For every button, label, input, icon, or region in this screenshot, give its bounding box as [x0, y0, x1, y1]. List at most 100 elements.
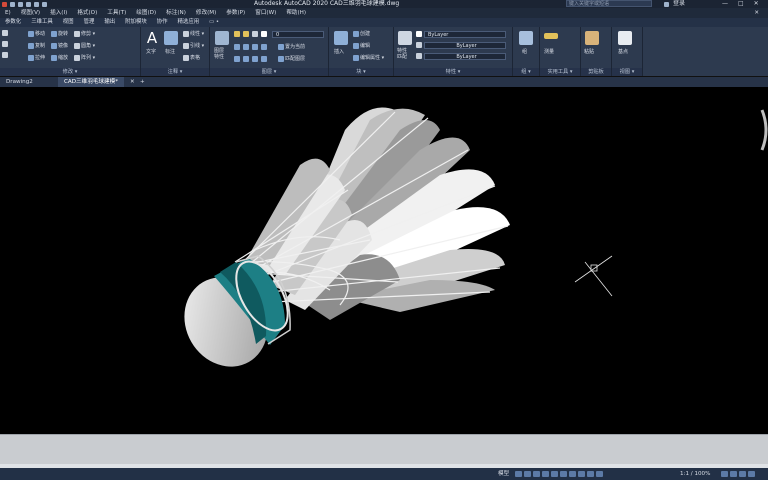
snap-icon[interactable] — [524, 471, 531, 477]
lightbulb-icon[interactable] — [234, 31, 240, 37]
group-icon[interactable] — [519, 31, 533, 45]
base-point-icon[interactable] — [618, 31, 632, 45]
stretch-button[interactable]: 拉伸 — [28, 54, 45, 61]
insert-block-icon[interactable] — [334, 31, 348, 45]
polar-icon[interactable] — [551, 471, 558, 477]
lock-icon[interactable] — [252, 31, 258, 37]
paste-icon[interactable] — [585, 31, 599, 45]
layer-tool-icon[interactable] — [243, 55, 249, 62]
osnap-icon[interactable] — [560, 471, 567, 477]
scale-button[interactable]: 缩放 — [51, 54, 68, 61]
menu-close-icon[interactable]: ✕ — [749, 8, 764, 18]
search-input[interactable]: 键入关键字或短语 — [566, 0, 652, 7]
undo-icon[interactable] — [34, 1, 39, 7]
match-properties-icon[interactable] — [398, 31, 412, 45]
utilities-panel-title[interactable]: 实用工具 ▾ — [540, 68, 580, 76]
save-icon[interactable] — [26, 1, 31, 7]
sun-icon[interactable] — [243, 31, 249, 37]
tab-featured-apps[interactable]: 精选应用 — [173, 18, 205, 27]
layer-tool-icon[interactable] — [261, 43, 267, 50]
close-button[interactable]: ✕ — [754, 0, 759, 8]
tab-addins[interactable]: 附加模块 — [120, 18, 152, 27]
menu-item-tools[interactable]: 工具(T) — [102, 8, 131, 18]
layers-panel-title[interactable]: 图层 ▾ — [210, 68, 328, 76]
tab-output[interactable]: 输出 — [99, 18, 120, 27]
viewcube-ring[interactable] — [760, 109, 768, 151]
view-panel-title[interactable]: 视图 ▾ — [612, 68, 642, 76]
layer-properties-icon[interactable] — [215, 31, 229, 45]
leader-button[interactable]: 引线 ▾ — [183, 42, 204, 49]
workspace-icon[interactable] — [721, 471, 728, 477]
layer-tool-icon[interactable] — [252, 55, 258, 62]
properties-panel-title[interactable]: 特性 ▾ — [394, 68, 512, 76]
menu-item-help[interactable]: 帮助(H) — [281, 8, 311, 18]
model-space-button[interactable]: 模型 — [498, 468, 509, 480]
login-label[interactable]: 登录 — [673, 0, 685, 8]
redo-icon[interactable] — [42, 1, 47, 7]
drawing-viewport[interactable] — [0, 87, 768, 434]
menu-item-dimension[interactable]: 标注(N) — [161, 8, 191, 18]
menu-item-view[interactable]: 视图(V) — [16, 8, 45, 18]
match-layer-button[interactable]: 匹配图层 — [278, 55, 305, 62]
circle-icon[interactable] — [2, 41, 8, 47]
otrack-icon[interactable] — [569, 471, 576, 477]
annotation-panel-title[interactable]: 注释 ▾ — [141, 68, 209, 76]
layer-tool-icon[interactable] — [234, 55, 240, 62]
mirror-button[interactable]: 镜像 — [51, 42, 68, 49]
set-current-button[interactable]: 置为当前 — [278, 43, 305, 50]
new-tab-button[interactable]: + — [134, 77, 151, 87]
measure-icon[interactable] — [544, 33, 558, 39]
isolate-icon[interactable] — [730, 471, 737, 477]
line-icon[interactable] — [2, 30, 8, 36]
copy-button[interactable]: 复制 — [28, 42, 45, 49]
fillet-button[interactable]: 圆角 ▾ — [74, 42, 95, 49]
tab-manage[interactable]: 管理 — [79, 18, 100, 27]
user-area[interactable]: 登录 — [664, 0, 685, 8]
menu-item[interactable]: E) — [0, 8, 16, 18]
clipboard-panel-title[interactable]: 剪贴板 — [581, 68, 611, 76]
trim-button[interactable]: 修剪 ▾ — [74, 30, 95, 37]
array-button[interactable]: 阵列 ▾ — [74, 54, 95, 61]
grid-icon[interactable] — [515, 471, 522, 477]
groups-panel-title[interactable]: 组 ▾ — [513, 68, 539, 76]
customize-icon[interactable] — [748, 471, 755, 477]
arc-icon[interactable] — [2, 52, 8, 58]
rotate-button[interactable]: 旋转 — [51, 30, 68, 37]
table-button[interactable]: 表格 — [183, 54, 200, 61]
tab-3d-tools[interactable]: 三维工具 — [26, 18, 58, 27]
new-file-icon[interactable] — [10, 1, 15, 7]
modify-panel-title[interactable]: 修改 ▾ — [0, 68, 140, 76]
tab-more[interactable]: ▭ • — [204, 18, 224, 27]
selection-cycling-icon[interactable] — [596, 471, 603, 477]
maximize-button[interactable]: □ — [738, 0, 744, 8]
move-button[interactable]: 移动 — [28, 30, 45, 37]
block-panel-title[interactable]: 块 ▾ — [329, 68, 393, 76]
tab-collaborate[interactable]: 协作 — [152, 18, 173, 27]
app-menu-icon[interactable] — [2, 1, 7, 7]
tab-parametric[interactable]: 参数化 — [0, 18, 26, 27]
fullscreen-icon[interactable] — [739, 471, 746, 477]
menu-item-window[interactable]: 窗口(W) — [250, 8, 281, 18]
menu-item-modify[interactable]: 修改(M) — [191, 8, 221, 18]
open-file-icon[interactable] — [18, 1, 23, 7]
edit-block-button[interactable]: 编辑 — [353, 42, 370, 49]
menu-item-parametric[interactable]: 参数(P) — [221, 8, 250, 18]
layer-tool-icon[interactable] — [261, 55, 267, 62]
transparency-icon[interactable] — [587, 471, 594, 477]
color-dropdown[interactable]: ByLayer — [424, 31, 506, 38]
create-block-button[interactable]: 创建 — [353, 30, 370, 37]
layer-tool-icon[interactable] — [243, 43, 249, 50]
edit-attributes-button[interactable]: 编辑属性 ▾ — [353, 54, 384, 61]
tab-view[interactable]: 视图 — [58, 18, 79, 27]
dimension-icon[interactable] — [164, 31, 178, 45]
lineweight-dropdown[interactable]: ByLayer — [424, 53, 506, 60]
menu-item-insert[interactable]: 插入(I) — [45, 8, 72, 18]
ortho-icon[interactable] — [542, 471, 549, 477]
doc-tab-shuttlecock[interactable]: CAD三维羽毛球建模* — [58, 77, 124, 87]
minimize-button[interactable]: — — [722, 0, 728, 8]
layer-dropdown[interactable]: 0 — [272, 31, 324, 38]
layer-tool-icon[interactable] — [234, 43, 240, 50]
command-line[interactable] — [0, 434, 768, 465]
menu-item-draw[interactable]: 绘图(D) — [131, 8, 161, 18]
annotation-scale[interactable]: 1:1 / 100% — [680, 468, 710, 480]
